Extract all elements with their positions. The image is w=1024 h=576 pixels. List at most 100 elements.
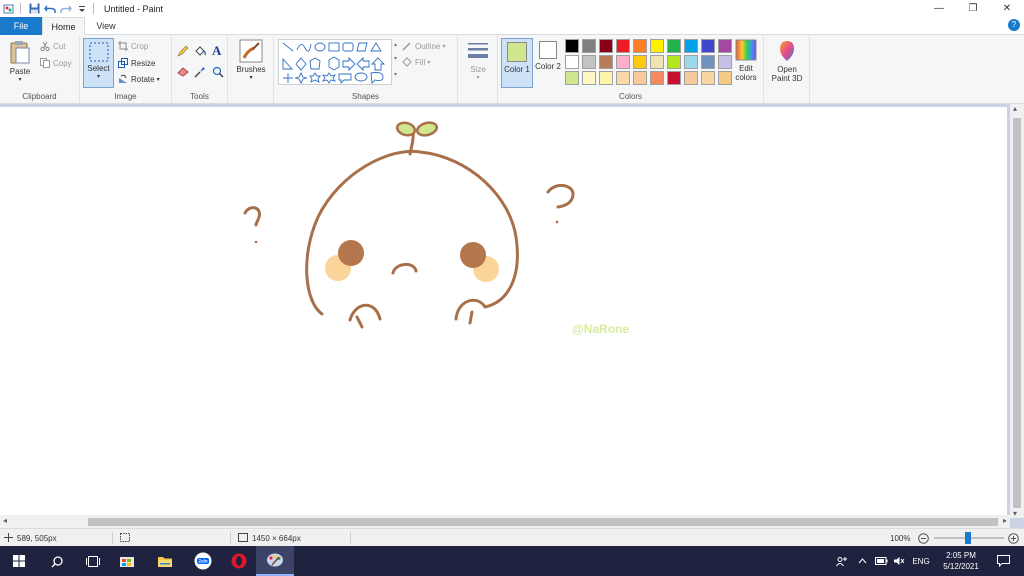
color-swatch[interactable] — [684, 55, 698, 69]
eraser-icon[interactable] — [177, 67, 189, 79]
resize-button[interactable]: Resize — [118, 58, 155, 68]
chevron-down-icon: ▾ — [427, 59, 431, 66]
color-swatch[interactable] — [565, 55, 579, 69]
color-swatch[interactable] — [684, 39, 698, 53]
color-picker-icon[interactable] — [194, 66, 206, 80]
expand-gallery-icon[interactable]: ▾ — [394, 71, 397, 78]
color-swatch[interactable] — [616, 39, 630, 53]
volume-muted-icon[interactable] — [890, 556, 908, 566]
color-swatch[interactable] — [599, 71, 613, 85]
notification-center-icon[interactable] — [988, 555, 1018, 567]
outline-button[interactable]: Outline ▾ — [402, 41, 445, 51]
brushes-button[interactable]: Brushes ▾ — [235, 39, 267, 81]
color-swatch[interactable] — [599, 39, 613, 53]
color-swatch[interactable] — [565, 39, 579, 53]
customize-dropdown-icon[interactable] — [75, 2, 89, 16]
paste-button[interactable]: Paste ▾ — [6, 39, 34, 83]
tab-home[interactable]: Home — [42, 17, 85, 36]
taskbar-file-explorer[interactable] — [146, 546, 184, 576]
chevron-down-icon: ▾ — [249, 75, 253, 81]
save-icon[interactable] — [27, 2, 41, 16]
group-label: Colors — [618, 92, 643, 101]
redo-icon[interactable] — [59, 2, 73, 16]
color-swatch[interactable] — [650, 39, 664, 53]
color-swatch[interactable] — [582, 55, 596, 69]
restore-button[interactable]: ❐ — [956, 0, 990, 17]
shapes-gallery[interactable] — [278, 39, 392, 85]
color-swatch[interactable] — [684, 71, 698, 85]
color-swatch[interactable] — [701, 55, 715, 69]
language-indicator[interactable]: ENG — [908, 557, 934, 566]
color-swatch[interactable] — [582, 39, 596, 53]
scroll-left-arrow-icon[interactable]: ◂ — [3, 516, 7, 525]
drawing-canvas[interactable]: @NaRone — [0, 107, 1007, 515]
taskbar-opera[interactable] — [220, 546, 258, 576]
zoom-out-button[interactable] — [918, 529, 929, 547]
cut-button[interactable]: Cut — [40, 41, 65, 51]
edit-colors-button[interactable]: Edit colors — [730, 39, 762, 82]
color-swatch[interactable] — [616, 71, 630, 85]
start-button[interactable] — [0, 546, 38, 576]
close-button[interactable]: ✕ — [990, 0, 1024, 17]
color-swatch[interactable] — [667, 71, 681, 85]
color-swatch[interactable] — [667, 55, 681, 69]
color-swatch[interactable] — [633, 39, 647, 53]
zoom-out-icon — [918, 532, 929, 544]
clock[interactable]: 2:05 PM 5/12/2021 — [934, 550, 988, 572]
text-tool-icon[interactable]: A — [212, 43, 221, 59]
rotate-button[interactable]: Rotate ▾ — [118, 74, 160, 84]
paste-label: Paste — [9, 67, 31, 76]
scroll-down-arrow-icon[interactable]: ▾ — [1013, 509, 1017, 518]
color-swatch[interactable] — [633, 55, 647, 69]
vertical-scrollbar[interactable]: ▴ ▾ — [1010, 104, 1024, 518]
magnifier-icon[interactable] — [212, 66, 224, 80]
color1-label: Color 1 — [504, 65, 530, 74]
horizontal-scrollbar[interactable]: ◂ ▸ — [0, 515, 1010, 528]
color-swatch[interactable] — [565, 71, 579, 85]
task-view-button[interactable] — [74, 546, 112, 576]
minimize-button[interactable]: — — [922, 0, 956, 17]
color-swatch[interactable] — [582, 71, 596, 85]
taskbar-store[interactable] — [108, 546, 146, 576]
color2-selector[interactable]: Color 2 — [535, 38, 561, 86]
fill-button[interactable]: Fill ▾ — [402, 57, 430, 67]
color-swatch[interactable] — [650, 55, 664, 69]
taskbar-zalo[interactable]: Zalo — [184, 546, 222, 576]
color-swatch[interactable] — [701, 39, 715, 53]
color-swatch[interactable] — [701, 71, 715, 85]
zoom-in-button[interactable] — [1008, 529, 1019, 547]
scroll-up-icon[interactable]: ▴ — [394, 41, 397, 48]
zoom-slider[interactable] — [934, 529, 1004, 547]
crop-button[interactable]: Crop — [118, 41, 148, 51]
color-swatch[interactable] — [616, 55, 630, 69]
color1-selector[interactable]: Color 1 — [501, 38, 533, 88]
battery-icon[interactable] — [872, 557, 890, 565]
chevron-up-icon[interactable] — [852, 558, 872, 564]
zoom-slider-thumb[interactable] — [965, 532, 971, 544]
pencil-icon[interactable] — [177, 45, 189, 59]
size-button[interactable]: Size ▾ — [464, 41, 492, 81]
copy-button[interactable]: Copy — [40, 58, 72, 68]
tab-view[interactable]: View — [85, 17, 127, 35]
color-swatch[interactable] — [650, 71, 664, 85]
undo-icon[interactable] — [43, 2, 57, 16]
scroll-up-arrow-icon[interactable]: ▴ — [1013, 104, 1017, 113]
tab-file[interactable]: File — [0, 17, 42, 35]
signature-text: @NaRone — [572, 322, 629, 336]
people-icon[interactable] — [830, 556, 852, 567]
vertical-scroll-thumb[interactable] — [1013, 118, 1021, 508]
fill-bucket-icon[interactable] — [194, 45, 207, 59]
help-button[interactable]: ? — [1008, 19, 1020, 31]
open-paint3d-button[interactable]: Open Paint 3D — [768, 39, 806, 83]
paint-logo-icon[interactable] — [2, 2, 16, 16]
color-swatch[interactable] — [599, 55, 613, 69]
taskbar-paint[interactable] — [256, 546, 294, 576]
clipboard-group: Paste ▾ Cut Copy Clipboard — [0, 35, 80, 104]
search-button[interactable] — [38, 546, 76, 576]
color-swatch[interactable] — [633, 71, 647, 85]
select-button[interactable]: Select ▾ — [83, 38, 114, 88]
scroll-down-icon[interactable]: ▾ — [394, 55, 397, 62]
horizontal-scroll-thumb[interactable] — [88, 518, 998, 526]
scroll-right-arrow-icon[interactable]: ▸ — [1003, 516, 1007, 525]
color-swatch[interactable] — [667, 39, 681, 53]
